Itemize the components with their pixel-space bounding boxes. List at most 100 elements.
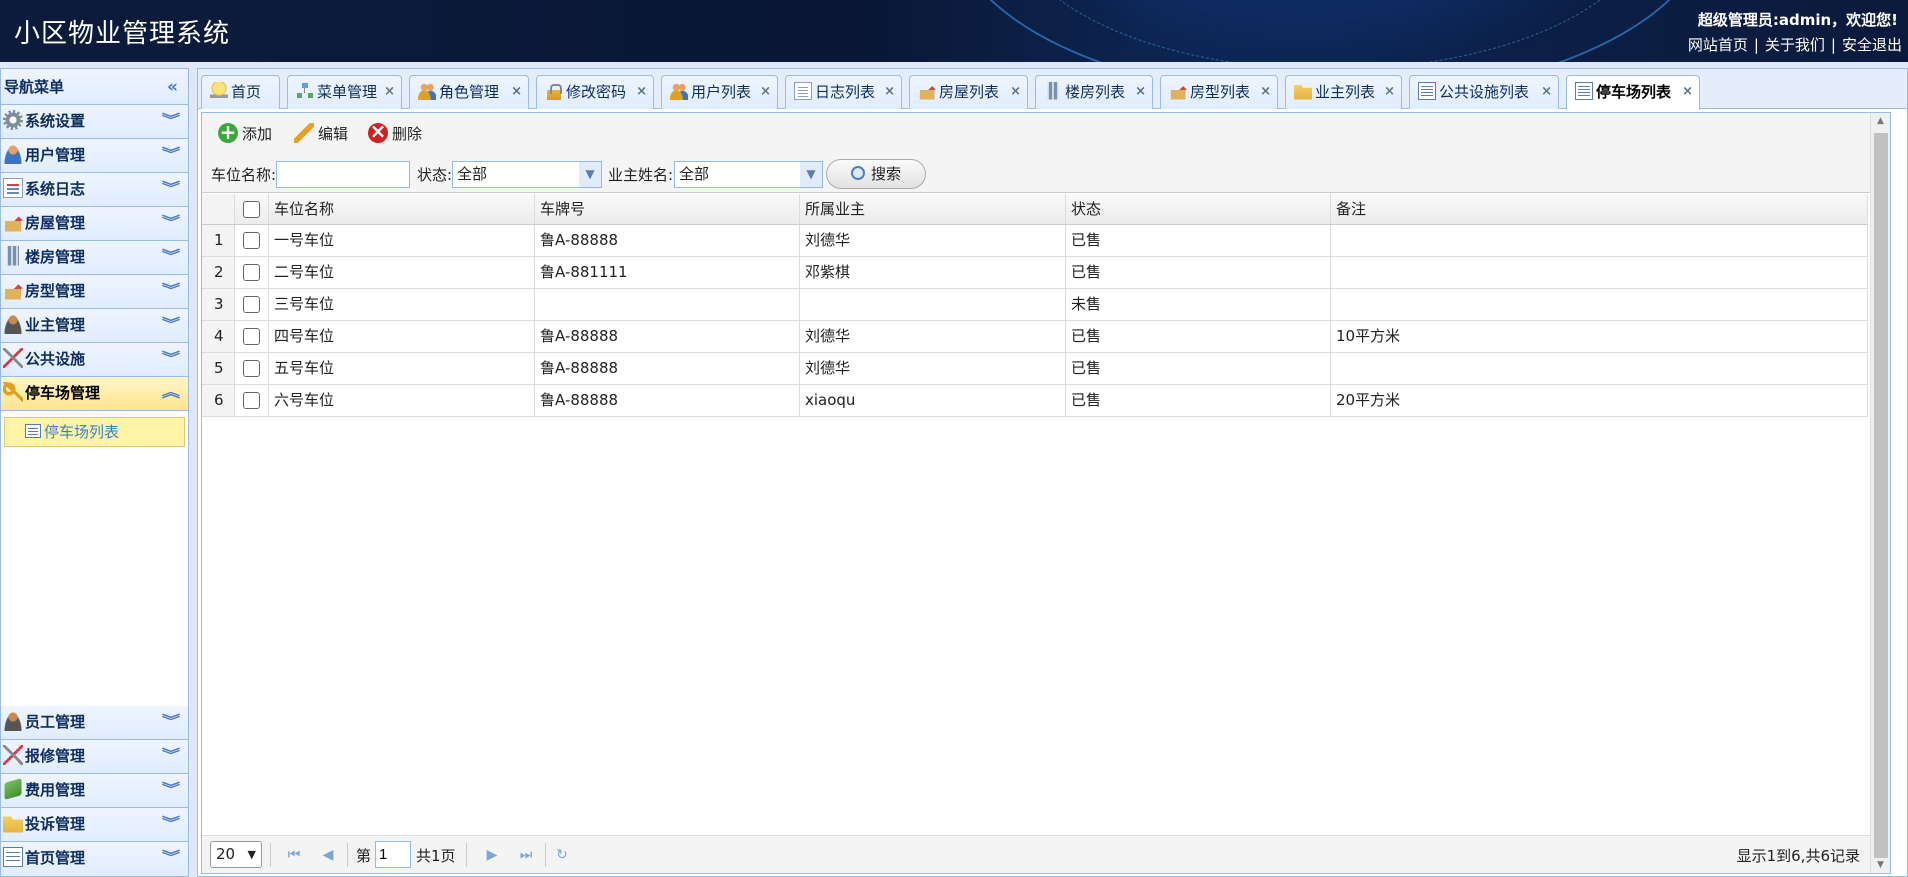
sidebar-item-owner-management[interactable]: 业主管理 ︾ [1,309,188,343]
close-icon[interactable]: × [636,76,647,108]
sidebar-item-user-management[interactable]: 用户管理 ︾ [1,139,188,173]
sidebar-item-public-facilities[interactable]: 公共设施 ︾ [1,343,188,377]
add-button[interactable]: 添加 [218,120,273,146]
tab-public-facility-list[interactable]: 公共设施列表 × [1409,75,1559,109]
chevron-down-icon: ︾ [161,147,181,163]
sidebar-item-label: 投诉管理 [25,815,86,833]
pagination-bar: 20 ▼ ⏮ ◀ 第 共1页 ▶ ⏭ ↻ 显示1到6,共6记录 [202,835,1870,873]
row-checkbox[interactable] [243,232,260,249]
cell-plate: 鲁A-88888 [535,225,800,256]
owner-name-select[interactable]: 全部 ▼ [674,161,823,188]
tab-menu-management[interactable]: 菜单管理 × [287,75,402,109]
submenu-item-parking-list[interactable]: 停车场列表 [4,417,185,447]
pager-separator [545,843,546,867]
tab-change-password[interactable]: 修改密码 × [536,75,654,109]
collapse-sidebar-icon[interactable]: « [167,69,178,105]
sidebar-item-system-log[interactable]: 系统日志 ︾ [1,173,188,207]
cell-note [1331,353,1868,384]
tab-label: 菜单管理 [317,83,378,101]
house-type-icon [1169,81,1187,100]
tab-parking-list[interactable]: 停车场列表 × [1566,75,1700,110]
sidebar-item-fee-management[interactable]: 费用管理 ︾ [1,774,188,808]
tab-house-type-list[interactable]: 房型列表 × [1160,75,1278,109]
previous-page-icon[interactable]: ◀ [318,845,338,865]
parking-submenu: 停车场列表 [1,411,188,687]
link-site-home[interactable]: 网站首页 [1688,36,1748,54]
doc-icon [794,81,812,100]
table-row[interactable]: 3 三号车位 未售 [202,289,1868,321]
table-row[interactable]: 4 四号车位 鲁A-88888 刘德华 已售 10平方米 [202,321,1868,353]
sidebar-item-house-type-management[interactable]: 房型管理 ︾ [1,275,188,309]
close-icon[interactable]: × [1682,76,1693,108]
refresh-icon[interactable]: ↻ [552,845,572,865]
column-header-note[interactable]: 备注 [1331,194,1868,224]
close-icon[interactable]: × [1135,76,1146,108]
close-icon[interactable]: × [511,76,522,108]
table-row[interactable]: 6 六号车位 鲁A-88888 xiaoqu 已售 20平方米 [202,385,1868,417]
row-checkbox[interactable] [243,392,260,409]
first-page-icon[interactable]: ⏮ [284,845,304,865]
tab-building-list[interactable]: 楼房列表 × [1035,75,1153,109]
row-checkbox[interactable] [243,264,260,281]
sidebar-item-parking-management[interactable]: 停车场管理 ︽ [1,377,188,411]
column-header-space-name[interactable]: 车位名称 [269,194,535,224]
link-about[interactable]: 关于我们 [1765,36,1825,54]
row-checkbox[interactable] [243,360,260,377]
sidebar-item-homepage-management[interactable]: 首页管理 ︾ [1,842,188,876]
row-checkbox[interactable] [243,328,260,345]
tab-label: 角色管理 [439,83,500,101]
column-header-plate[interactable]: 车牌号 [535,194,800,224]
close-icon[interactable]: × [384,76,395,108]
last-page-icon[interactable]: ⏭ [516,845,536,865]
tab-user-list[interactable]: 用户列表 × [661,75,778,109]
edit-button[interactable]: 编辑 [294,122,348,146]
scroll-up-icon[interactable]: ▲ [1871,113,1890,129]
link-logout[interactable]: 安全退出 [1842,36,1902,54]
sidebar-item-house-management[interactable]: 房屋管理 ︾ [1,207,188,241]
sidebar-item-repair-management[interactable]: 报修管理 ︾ [1,740,188,774]
delete-button[interactable]: 删除 [368,119,422,146]
cell-owner: 刘德华 [800,225,1066,256]
vertical-scrollbar[interactable]: ▲ ▼ [1870,113,1890,873]
close-icon[interactable]: × [1010,76,1021,108]
close-icon[interactable]: × [884,76,895,108]
table-row[interactable]: 2 二号车位 鲁A-881111 邓紫棋 已售 [202,257,1868,289]
select-all-checkbox[interactable] [243,201,260,218]
sidebar-item-system-settings[interactable]: 系统设置 ︾ [1,105,188,139]
sidebar-item-staff-management[interactable]: 员工管理 ︾ [1,706,188,740]
sidebar-item-building-management[interactable]: 楼房管理 ︾ [1,241,188,275]
sidebar-item-label: 业主管理 [25,316,86,334]
scrollbar-thumb[interactable] [1874,133,1888,858]
row-number-header [202,194,235,224]
tab-log-list[interactable]: 日志列表 × [785,75,902,109]
cell-space-name: 三号车位 [269,289,535,320]
tab-owner-list[interactable]: 业主列表 × [1285,75,1402,109]
close-icon[interactable]: × [1260,76,1271,108]
column-header-owner[interactable]: 所属业主 [800,194,1066,224]
next-page-icon[interactable]: ▶ [482,845,502,865]
close-icon[interactable]: × [760,76,771,108]
tab-role-management[interactable]: 角色管理 × [409,75,529,109]
table-row[interactable]: 5 五号车位 鲁A-88888 刘德华 已售 [202,353,1868,385]
scroll-down-icon[interactable]: ▼ [1871,857,1890,873]
page-size-select[interactable]: 20 ▼ [210,841,262,868]
main-area: 首页 菜单管理 × 角色管理 × 修改密码 × 用户列表 × 日志列表 × 房屋… [197,68,1908,877]
table-row[interactable]: 1 一号车位 鲁A-88888 刘德华 已售 [202,225,1868,257]
search-button[interactable]: 搜索 [826,159,926,189]
close-icon[interactable]: × [1541,76,1552,108]
close-icon[interactable]: × [1384,76,1395,108]
select-all-cell [235,194,269,224]
add-button-label: 添加 [242,125,273,143]
sidebar-item-complaint-management[interactable]: 投诉管理 ︾ [1,808,188,842]
page-number-input[interactable] [375,841,411,868]
tab-home[interactable]: 首页 [201,75,280,109]
status-select[interactable]: 全部 ▼ [452,161,602,188]
cell-note: 10平方米 [1331,321,1868,352]
space-name-input[interactable] [276,161,410,188]
column-header-status[interactable]: 状态 [1066,194,1331,224]
tree-icon [296,81,314,100]
chevron-down-icon: ︾ [161,714,181,730]
building-icon [7,245,19,266]
row-checkbox[interactable] [243,296,260,313]
tab-house-list[interactable]: 房屋列表 × [909,75,1028,109]
